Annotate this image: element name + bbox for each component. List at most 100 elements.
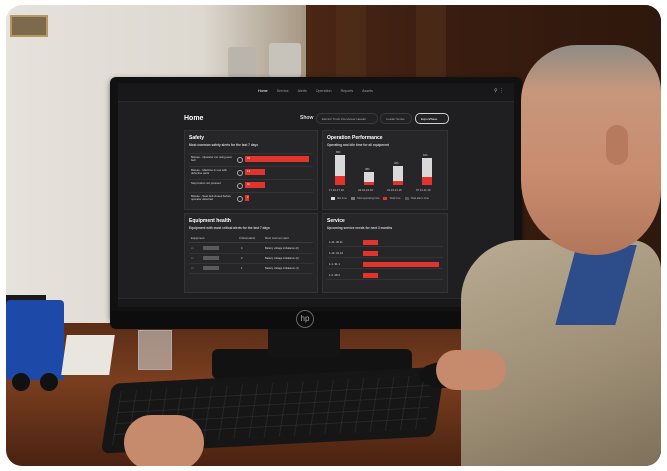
safety-alert-count: 14 xyxy=(247,170,250,173)
info-icon[interactable] xyxy=(237,157,243,163)
operation-chart: 17.10-17.16 80h 24.10-24.16 38h 31.10-11.16 4… xyxy=(327,150,443,193)
shelf-box xyxy=(269,43,301,77)
safety-alert-row[interactable]: Misuse - Operator not using seat belt 44 xyxy=(189,153,313,165)
main-nav: Home Service Alerts Operation Reports As… xyxy=(258,89,373,93)
info-icon[interactable] xyxy=(237,170,243,176)
legend-label: Total alarm time xyxy=(410,197,429,201)
operation-bar[interactable] xyxy=(422,158,432,185)
service-row[interactable]: 1.1..31.1 xyxy=(327,260,443,269)
service-title: Service xyxy=(327,218,345,224)
idle-time-segment xyxy=(364,171,374,182)
user-menu-icon[interactable]: ⚲ ⋮ xyxy=(494,88,504,94)
safety-alert-row[interactable]: Misuse - Machine in use with defective p… xyxy=(189,166,313,178)
safety-alert-label: Misuse - Seat belt closed before operato… xyxy=(191,194,231,201)
office-photo: hp Home Service Alerts Operation Reports… xyxy=(6,5,661,466)
col-equipment[interactable]: Equipment xyxy=(191,236,204,240)
info-icon[interactable] xyxy=(237,196,243,202)
equipment-name-redacted xyxy=(203,266,219,270)
page-title: Home xyxy=(184,115,204,122)
equipment-row[interactable]: ▭ 4 Battery voltage imbalance (2) xyxy=(189,244,313,254)
legend-swatch xyxy=(331,197,335,200)
info-icon[interactable] xyxy=(237,183,243,189)
service-bar xyxy=(363,239,379,245)
legend-label: Total operating time xyxy=(356,197,380,201)
equipment-name-redacted xyxy=(203,246,219,250)
service-bar xyxy=(363,261,439,267)
export-button[interactable]: Export/Save xyxy=(415,113,449,124)
operating-time-segment xyxy=(364,181,374,185)
operation-value-label: 46h xyxy=(394,161,399,166)
nav-operation[interactable]: Operation xyxy=(316,89,332,93)
equipment-name-redacted xyxy=(203,256,219,260)
operation-value-label: 38h xyxy=(365,166,370,171)
truck-icon: ▭ xyxy=(191,256,194,260)
truck-icon: ▭ xyxy=(191,246,194,250)
left-hand xyxy=(124,415,204,466)
export-label: Export/Save xyxy=(421,116,438,121)
service-row[interactable]: 1-11..30.11 xyxy=(327,238,443,247)
col-critical-alerts[interactable]: Critical alerts xyxy=(239,236,255,240)
safety-alert-row[interactable]: Misuse - Seat belt closed before operato… xyxy=(189,192,313,204)
service-period: 1-11..30.11 xyxy=(329,240,343,244)
operating-time-segment xyxy=(335,175,345,185)
truck-icon: ▭ xyxy=(191,266,194,270)
equipment-row[interactable]: ▭ 1 Battery voltage imbalance (1) xyxy=(189,264,313,274)
safety-alert-count: 10 xyxy=(247,183,250,186)
operation-bar[interactable] xyxy=(393,166,403,185)
safety-title: Safety xyxy=(189,135,205,141)
critical-alert-count: 1 xyxy=(241,266,243,270)
dashboard-screen: Home Service Alerts Operation Reports As… xyxy=(118,83,514,307)
nav-service[interactable]: Service xyxy=(277,89,289,93)
operation-subtitle: Operating and idle time for all equipmen… xyxy=(327,143,389,147)
col-common-alert[interactable]: Most common alert xyxy=(265,236,289,240)
common-alert-text: Battery voltage imbalance (1) xyxy=(265,266,299,270)
legend-swatch xyxy=(404,197,409,200)
critical-alert-count: 4 xyxy=(241,246,243,250)
series-filter[interactable]: Loader Series xyxy=(380,113,412,124)
operating-time-segment xyxy=(422,176,432,185)
service-period: 1.2..28.2 xyxy=(329,273,340,277)
safety-alert-label: Misuse - Machine in use with defective p… xyxy=(191,168,227,175)
critical-alert-count: 3 xyxy=(241,256,243,260)
operation-category-label: 17.10-17.16 xyxy=(329,188,344,192)
man-ear xyxy=(606,125,628,165)
legend-label: Idle time xyxy=(337,197,347,201)
operation-category-label: 07.11-11.16 xyxy=(416,188,431,192)
operation-title: Operation Performance xyxy=(327,135,383,141)
legend-label: Total time xyxy=(389,197,401,201)
shelf-box xyxy=(228,47,256,77)
operation-bar[interactable] xyxy=(335,155,345,185)
toy-truck-wheel xyxy=(40,373,58,391)
service-period: 1.12..31.12 xyxy=(329,251,343,255)
operation-value-label: 80h xyxy=(336,150,341,154)
service-row[interactable]: 1.2..28.2 xyxy=(327,271,443,280)
monitor-stand-neck xyxy=(268,327,340,357)
operation-category-label: 31.10-11.16 xyxy=(387,188,402,192)
safety-alert-count: 44 xyxy=(247,157,250,160)
safety-subtitle: Most common safety alerts for the last 7… xyxy=(189,143,259,147)
nav-reports[interactable]: Reports xyxy=(341,89,354,93)
operation-bar[interactable] xyxy=(364,171,374,185)
idle-time-segment xyxy=(335,155,345,176)
legend-swatch xyxy=(383,197,388,200)
safety-alert-count: 3 xyxy=(247,196,249,199)
nav-assets[interactable]: Assets xyxy=(362,89,373,93)
safety-card: Safety Most common safety alerts for the… xyxy=(184,130,318,210)
equipment-row[interactable]: ▭ 3 Battery voltage imbalance (2) xyxy=(189,254,313,264)
safety-alert-label: Misuse - Operator not using seat belt xyxy=(191,155,232,162)
picture-frame xyxy=(10,15,48,37)
nav-home[interactable]: Home xyxy=(258,89,268,93)
idle-time-segment xyxy=(422,158,432,177)
equipment-card: Equipment health Equipment with most cri… xyxy=(184,213,318,293)
top-navbar: Home Service Alerts Operation Reports As… xyxy=(118,83,514,102)
equipment-filter[interactable]: Electric Truck Interviewer Header xyxy=(316,113,378,124)
safety-alert-row[interactable]: Stop button not pressed 10 xyxy=(189,179,313,191)
service-card: Service Upcoming service needs for next … xyxy=(322,213,448,293)
nav-alerts[interactable]: Alerts xyxy=(298,89,307,93)
service-row[interactable]: 1.12..31.12 xyxy=(327,249,443,258)
glass-cup xyxy=(138,330,172,370)
equipment-subtitle: Equipment with most critical alerts for … xyxy=(189,226,270,230)
common-alert-text: Battery voltage imbalance (2) xyxy=(265,256,299,260)
operation-category-label: 24.10-24.16 xyxy=(358,188,373,192)
toy-truck xyxy=(6,300,64,380)
